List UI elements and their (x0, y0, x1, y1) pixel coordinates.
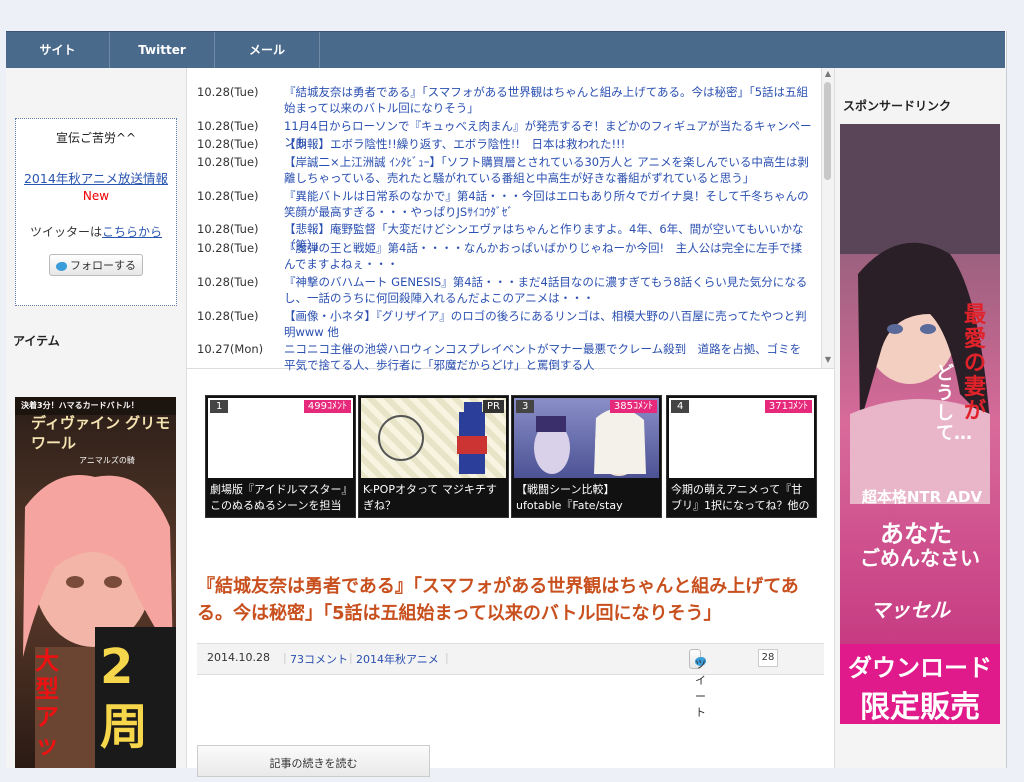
thumb-comment-count: 499ｺﾒﾝﾄ (303, 400, 351, 413)
meta-divider: | (349, 651, 353, 664)
scroll-thumb[interactable] (824, 82, 831, 180)
thumb-rank: 1 (210, 400, 229, 413)
category-link[interactable]: 2014年秋アニメ (356, 651, 439, 667)
follow-button[interactable]: フォローする (49, 254, 143, 276)
news-date: 10.28(Tue) (197, 119, 259, 133)
items-heading: アイテム (13, 334, 60, 348)
greeting-text: 宣伝ご苦労^^ (55, 131, 137, 145)
tweet-label: ツイート (695, 658, 706, 719)
comments-link[interactable]: 73コメント (290, 651, 348, 667)
left-ad-title: ディヴァイン グリモワール (31, 414, 171, 452)
twitter-line: ツイッターはこちらから (16, 223, 176, 240)
news-date: 10.28(Tue) (197, 275, 259, 289)
ad-title-2: ごめんなさい (860, 546, 980, 570)
thumb-pr-badge: PR (483, 400, 504, 413)
tweet-count: 28 (758, 649, 778, 667)
ad-genre: 超本格NTR ADV (861, 488, 983, 506)
ad-download: ダウンロード (848, 654, 992, 682)
thumb-comment-count: 371ｺﾒﾝﾄ (764, 400, 812, 413)
news-date: 10.28(Tue) (197, 241, 259, 255)
article-date: 2014.10.28 (207, 651, 270, 664)
ranking-thumb[interactable]: 3 385ｺﾒﾝﾄ 【戦闘シーン比較】 ufotable『Fate/stay (511, 395, 662, 518)
ranking-thumb[interactable]: 1 499ｺﾒﾝﾄ 劇場版『アイドルマスター』 このぬるぬるシーンを担当 (205, 395, 356, 518)
thumb-caption: 今期の萌えアニメって『甘 ブリ』1択になってね？他の (671, 483, 810, 512)
twitter-bird-icon (56, 261, 67, 271)
read-more-button[interactable]: 記事の続きを読む (197, 745, 430, 777)
promo-box: 宣伝ご苦労^^ 2014年秋アニメ放送情報 New ツイッターはこちらから フォ… (15, 118, 177, 306)
news-date: 10.27(Mon) (197, 342, 264, 356)
thumb-rank: 3 (516, 400, 535, 413)
nav-mail[interactable]: メール (215, 32, 320, 68)
ad-limited: 限定販売 (860, 690, 980, 724)
news-title[interactable]: ニコニコ主催の池袋ハロウィンコスプレイベントがマナー最悪でクレーム殺到 道路を占… (284, 341, 812, 373)
twitter-prefix: ツイッターは (29, 225, 102, 239)
ranking-thumb[interactable]: 4 371ｺﾒﾝﾄ 今期の萌えアニメって『甘 ブリ』1択になってね？他の (666, 395, 817, 518)
news-title[interactable]: 『異能バトルは日常系のなかで』第4話・・・今回はエロもあり所々でガイナ臭！そして… (284, 188, 812, 220)
news-title[interactable]: 【画像・小ネタ】『グリザイア』のロゴの後ろにあるリンゴは、相模大野の八百屋に売っ… (284, 308, 812, 340)
news-date: 10.28(Tue) (197, 137, 259, 151)
article-title[interactable]: 『結城友奈は勇者である』「スマフォがある世界観はちゃんと組み上げてある。今は秘密… (197, 573, 827, 627)
new-badge: New (82, 189, 110, 203)
left-ad-number: 2周 (100, 639, 149, 755)
news-title[interactable]: 『神撃のバハムート GENESIS』第4話・・・まだ4話目なのに濃すぎてもう8話… (284, 274, 812, 306)
news-scrollbar[interactable]: ▲ ▼ (821, 68, 834, 368)
news-date: 10.28(Tue) (197, 309, 259, 323)
news-title[interactable]: 『魔弾の王と戦姫』第4話・・・・なんかおっぱいばかりじゃねーか今回! 主人公は完… (284, 240, 812, 272)
news-title[interactable]: 『結城友奈は勇者である』「スマフォがある世界観はちゃんと組み上げてある。今は秘密… (284, 84, 812, 116)
news-date: 10.28(Tue) (197, 222, 259, 236)
meta-divider: | (283, 651, 287, 664)
left-ad-subtitle: アニマルズの騎 (79, 456, 135, 465)
meta-divider: | (445, 651, 449, 664)
article-meta: 2014.10.28 | 73コメント | 2014年秋アニメ | ツイート 2… (197, 643, 824, 719)
thumb-comment-count: 385ｺﾒﾝﾄ (609, 400, 657, 413)
thumb-caption: 劇場版『アイドルマスター』 このぬるぬるシーンを担当 (210, 483, 351, 512)
scroll-up-icon[interactable]: ▲ (823, 69, 833, 79)
nav-twitter[interactable]: Twitter (110, 32, 215, 68)
follow-label: フォローする (70, 259, 136, 272)
tweet-button[interactable]: ツイート (689, 649, 706, 719)
right-ad-image (840, 124, 1000, 724)
nav-site[interactable]: サイト (6, 32, 110, 68)
news-title[interactable]: 【岸誠二×上江洲誠 ｲﾝﾀﾋﾞｭｰ】「ソフト購買層とされている30万人と アニメ… (284, 154, 812, 186)
left-ad-banner[interactable]: 決着3分！ハマるカードバトル！ ディヴァイン グリモワール アニマルズの騎 大型… (15, 397, 176, 768)
thumb-caption: K-POPオタって マジキチす ぎね？ (363, 483, 497, 512)
left-ad-big-text: 大型アッ (35, 647, 59, 759)
left-ad-tagline: 決着3分！ハマるカードバトル！ (21, 401, 139, 410)
news-date: 10.28(Tue) (197, 155, 259, 169)
ad-headline-2: どうして… (936, 363, 972, 444)
twitter-link[interactable]: こちらから (102, 225, 162, 239)
thumb-caption: 【戦闘シーン比較】 ufotable『Fate/stay (516, 483, 623, 512)
thumb-rank: 4 (671, 400, 690, 413)
sponsor-heading: スポンサードリンク (843, 99, 952, 113)
ad-headline-1: 最愛の妻が (964, 303, 987, 424)
ranking-thumb[interactable]: PR K-POPオタって マジキチす ぎね？ (358, 395, 509, 518)
anime-schedule-link[interactable]: 2014年秋アニメ放送情報 (16, 168, 176, 187)
news-date: 10.28(Tue) (197, 189, 259, 203)
right-ad-banner[interactable]: 最愛の妻が どうして… 超本格NTR ADV あなた ごめんなさい マッセル ダ… (840, 124, 1000, 724)
ad-logo: マッセル (870, 598, 950, 622)
news-date: 10.28(Tue) (197, 85, 259, 99)
news-title[interactable]: 【朗報】エボラ陰性!!繰り返す、エボラ陰性!! 日本は救われた!!! (284, 136, 812, 152)
scroll-down-icon[interactable]: ▼ (823, 355, 833, 365)
news-panel: 10.28(Tue) 『結城友奈は勇者である』「スマフォがある世界観はちゃんと組み… (187, 68, 834, 372)
top-nav: サイト Twitter メール (6, 31, 1005, 69)
